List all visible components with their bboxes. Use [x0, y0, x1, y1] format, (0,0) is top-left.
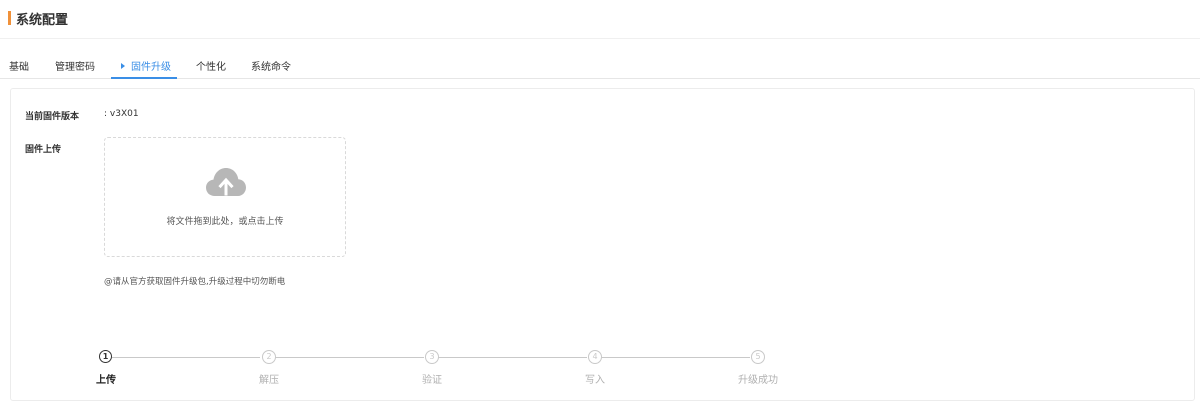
tab-label: 系统命令 — [251, 62, 291, 73]
tab-firmware-upgrade[interactable]: 固件升级 — [111, 58, 177, 79]
tab-admin-password[interactable]: 管理密码 — [55, 58, 95, 73]
step-connector — [112, 357, 260, 358]
tab-label: 个性化 — [196, 62, 226, 73]
step-5-label: 升级成功 — [738, 375, 778, 386]
step-3-circle: 3 — [425, 350, 439, 364]
upgrade-note: @请从官方获取固件升级包,升级过程中切勿断电 — [104, 277, 286, 287]
tab-personalization[interactable]: 个性化 — [196, 58, 226, 73]
tab-system-command[interactable]: 系统命令 — [251, 58, 291, 73]
step-4-label: 写入 — [585, 375, 605, 386]
firmware-panel: 当前固件版本 : v3X01 固件上传 将文件拖到此处，或点击上传 @请从官方获… — [10, 88, 1195, 401]
tab-basic[interactable]: 基础 — [9, 58, 29, 73]
step-5-circle: 5 — [751, 350, 765, 364]
step-1-circle: 1 — [99, 350, 112, 363]
page-title: 系统配置 — [16, 13, 69, 28]
current-version-label: 当前固件版本 — [25, 112, 80, 122]
current-version-value: : v3X01 — [104, 109, 139, 119]
upload-dropzone[interactable]: 将文件拖到此处，或点击上传 — [104, 137, 346, 257]
step-2-label: 解压 — [259, 375, 279, 386]
tab-label: 管理密码 — [55, 62, 95, 73]
step-connector — [275, 357, 424, 358]
upload-label: 固件上传 — [25, 145, 62, 155]
step-3-label: 验证 — [422, 375, 442, 386]
step-4-circle: 4 — [588, 350, 602, 364]
tab-label: 基础 — [9, 62, 29, 73]
step-2-circle: 2 — [262, 350, 276, 364]
title-accent-bar — [8, 11, 11, 25]
step-connector — [601, 357, 750, 358]
cloud-upload-icon — [206, 168, 246, 196]
caret-right-icon — [121, 63, 125, 69]
step-connector — [438, 357, 587, 358]
upload-hint: 将文件拖到此处，或点击上传 — [166, 217, 284, 227]
progress-steps: 1 2 3 4 5 上传 解压 验证 写入 升级成功 — [11, 347, 1194, 387]
page-header: 系统配置 — [0, 0, 1200, 39]
step-1-label: 上传 — [96, 375, 116, 386]
tab-label: 固件升级 — [131, 62, 171, 73]
tab-bar: 基础 管理密码 固件升级 个性化 系统命令 — [0, 52, 1200, 79]
